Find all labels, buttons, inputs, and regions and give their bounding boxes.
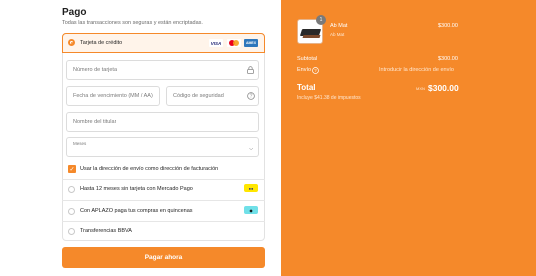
credit-card-label: Tarjeta de crédito	[80, 40, 123, 46]
cardholder-name-input[interactable]: Nombre del titular	[66, 112, 259, 132]
security-note: Todas las transacciones son seguras y es…	[62, 20, 203, 26]
total-label: Total	[297, 83, 316, 92]
shipping-label: Envío	[297, 67, 312, 73]
billing-address-label: Usar la dirección de envío como direcció…	[80, 166, 219, 172]
product-price: $300.00	[438, 23, 458, 29]
aplazo-label[interactable]: Con APLAZO paga tus compras en quincenas	[80, 208, 193, 214]
product-name: Ab Mat	[330, 23, 348, 29]
divider	[62, 200, 265, 201]
mastercard-icon	[227, 39, 241, 47]
bbva-transfer-radio[interactable]	[68, 228, 75, 235]
aplazo-icon: ◆	[244, 206, 258, 214]
expiry-date-input[interactable]: Fecha de vencimiento (MM / AA)	[66, 86, 160, 106]
credit-card-radio[interactable]	[68, 39, 75, 46]
card-number-placeholder: Número de tarjeta	[73, 67, 118, 73]
taxes-note: Incluye $41.38 de impuestos	[297, 95, 361, 101]
billing-address-checkbox[interactable]: ✓	[68, 165, 76, 173]
months-label: Meses	[73, 141, 87, 146]
security-code-placeholder: Código de seguridad	[173, 93, 224, 99]
divider	[62, 221, 265, 222]
lock-icon	[247, 66, 254, 76]
total-value: $300.00	[428, 83, 459, 93]
quantity-badge: 1	[316, 15, 326, 25]
card-number-input[interactable]: Número de tarjeta	[66, 60, 259, 80]
help-icon[interactable]: ?	[247, 92, 255, 102]
pay-now-button[interactable]: Pagar ahora	[62, 247, 265, 268]
expiry-placeholder: Fecha de vencimiento (MM / AA)	[73, 93, 153, 99]
security-code-input[interactable]: Código de seguridad ?	[166, 86, 259, 106]
months-select[interactable]: Meses ⌵	[66, 137, 259, 157]
aplazo-radio[interactable]	[68, 208, 75, 215]
page-title: Pago	[62, 7, 87, 18]
product-variant: Ab Mat	[330, 32, 345, 37]
subtotal-label: Subtotal	[297, 56, 318, 62]
cardholder-placeholder: Nombre del titular	[73, 119, 117, 125]
chevron-down-icon: ⌵	[249, 146, 253, 152]
currency-code: MXN	[416, 86, 425, 91]
mercado-pago-label[interactable]: Hasta 12 meses sin tarjeta con Mercado P…	[80, 186, 193, 192]
svg-text:?: ?	[250, 94, 253, 100]
help-icon[interactable]: ?	[312, 67, 319, 76]
visa-icon: VISA	[209, 39, 223, 47]
bbva-transfer-label[interactable]: Transferencias BBVA	[80, 228, 132, 234]
shipping-value: Introducir la dirección de envío	[379, 67, 454, 73]
mercado-pago-icon: ●●	[244, 184, 258, 192]
amex-icon: AMEX	[244, 39, 258, 47]
mercado-pago-radio[interactable]	[68, 186, 75, 193]
divider	[62, 179, 265, 180]
subtotal-value: $300.00	[438, 56, 458, 62]
svg-text:?: ?	[314, 68, 317, 73]
